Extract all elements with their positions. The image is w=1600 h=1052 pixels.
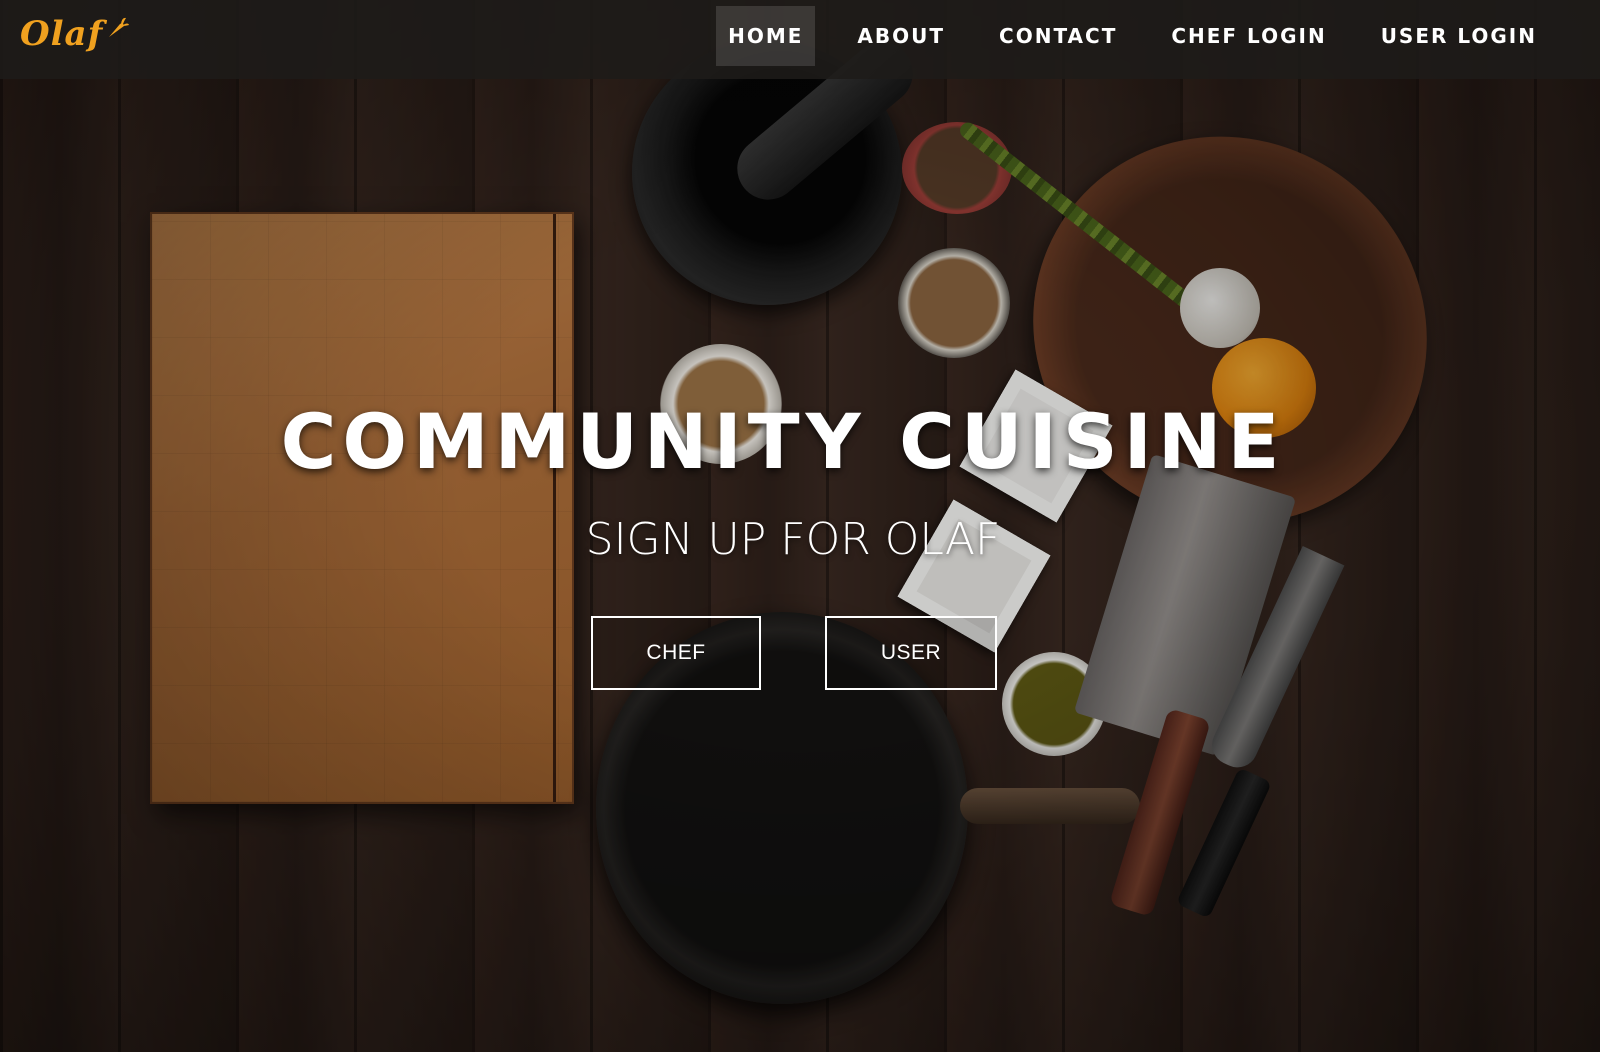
signup-buttons: CHEF USER: [0, 616, 1600, 690]
carrot-icon: [105, 10, 130, 50]
landing-page: Olaf HOME ABOUT CONTACT CHEF LOGIN USER …: [0, 0, 1600, 1052]
user-signup-button[interactable]: USER: [825, 616, 997, 690]
hero-content: COMMUNITY CUISINE SIGN UP FOR OLAF CHEF …: [0, 394, 1600, 690]
nav-link-user-login[interactable]: USER LOGIN: [1354, 6, 1564, 66]
hero-subtitle: SIGN UP FOR OLAF: [585, 514, 1001, 565]
brand-logo-link[interactable]: Olaf: [20, 14, 130, 54]
chef-signup-button[interactable]: CHEF: [591, 616, 761, 690]
nav-link-chef-login[interactable]: CHEF LOGIN: [1144, 6, 1353, 66]
nav-menu: HOME ABOUT CONTACT CHEF LOGIN USER LOGIN: [716, 6, 1564, 66]
nav-link-about[interactable]: ABOUT: [830, 6, 972, 66]
brand-name: Olaf: [20, 14, 104, 54]
nav-link-home[interactable]: HOME: [716, 6, 816, 66]
navbar: Olaf HOME ABOUT CONTACT CHEF LOGIN USER …: [0, 0, 1600, 79]
hero-title: COMMUNITY CUISINE: [280, 397, 1286, 486]
nav-link-contact[interactable]: CONTACT: [972, 6, 1144, 66]
